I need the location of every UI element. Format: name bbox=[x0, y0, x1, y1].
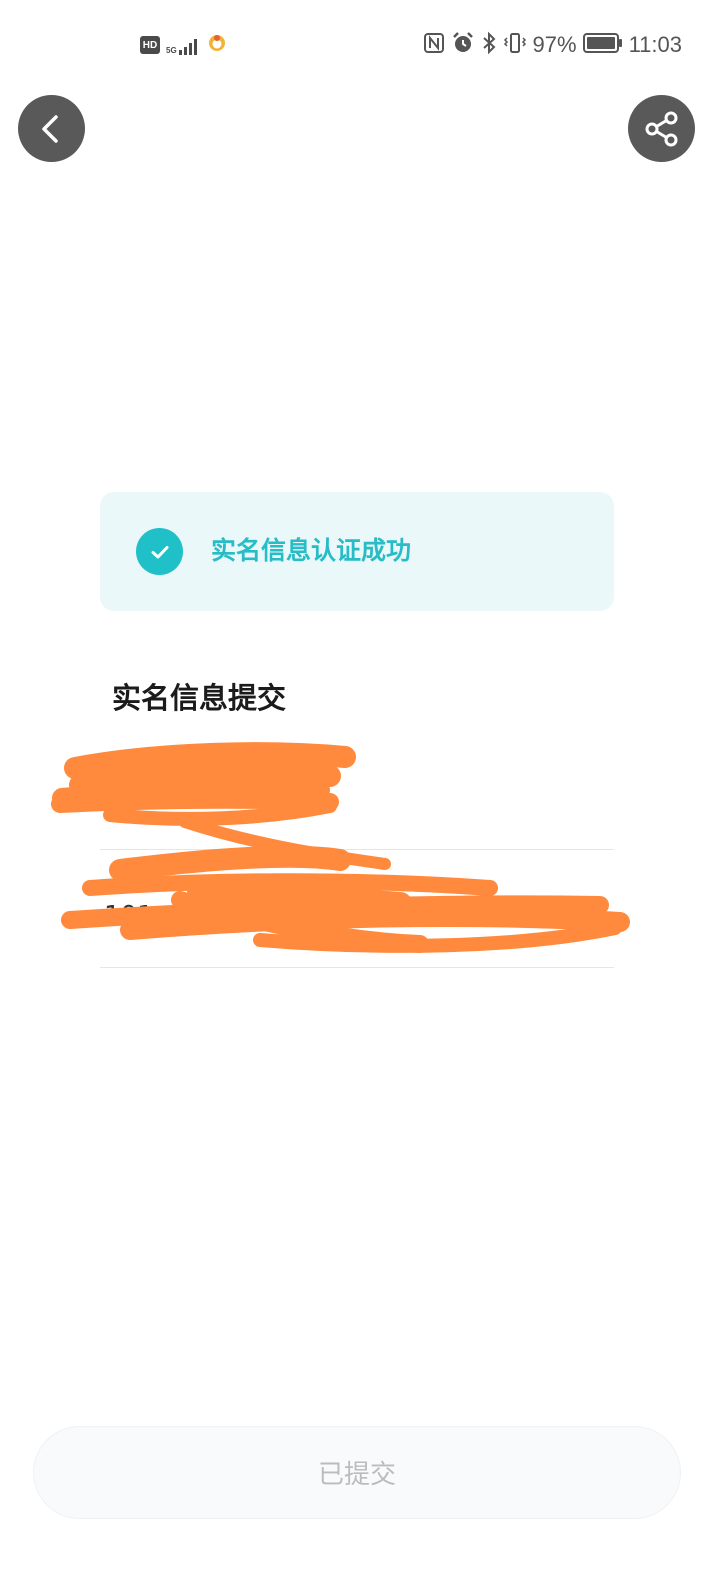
success-banner: 实名信息认证成功 bbox=[100, 492, 614, 611]
status-bar-left: HD 5G bbox=[140, 32, 227, 58]
clock: 11:03 bbox=[628, 32, 682, 57]
share-icon bbox=[645, 111, 677, 146]
section-title: 实名信息提交 bbox=[112, 681, 287, 715]
vibrate-icon bbox=[503, 31, 527, 59]
network-label: 5G bbox=[166, 46, 177, 55]
divider bbox=[100, 849, 614, 850]
info-row-name bbox=[100, 750, 614, 850]
alarm-icon bbox=[451, 31, 475, 59]
notification-app-icon bbox=[207, 33, 227, 57]
battery-icon bbox=[582, 32, 623, 58]
battery-percent: 97% bbox=[532, 32, 577, 57]
success-message: 实名信息认证成功 bbox=[211, 536, 412, 565]
page: HD 5G 97% 11:03 实名信息认证成功 实名信息提交 101 已提交 bbox=[0, 0, 720, 1584]
info-row-value: 101 bbox=[104, 901, 154, 931]
signal-icon: 5G bbox=[166, 35, 201, 55]
check-circle-icon bbox=[136, 528, 183, 575]
back-button[interactable] bbox=[18, 95, 85, 162]
chevron-left-icon bbox=[41, 114, 58, 143]
divider bbox=[100, 967, 614, 968]
submit-button[interactable]: 已提交 bbox=[33, 1426, 681, 1519]
status-bar: HD 5G 97% 11:03 bbox=[0, 0, 720, 90]
status-bar-right: 97% 11:03 bbox=[423, 30, 682, 60]
share-button[interactable] bbox=[628, 95, 695, 162]
bluetooth-icon bbox=[481, 31, 497, 59]
nfc-icon bbox=[423, 32, 445, 58]
info-row-id: 101 bbox=[100, 868, 614, 968]
hd-icon: HD bbox=[140, 36, 160, 54]
